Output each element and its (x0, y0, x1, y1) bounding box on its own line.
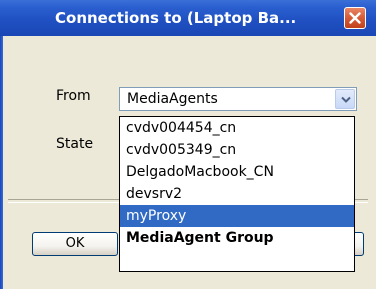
close-button[interactable] (344, 7, 366, 29)
dropdown-option-label: MediaAgent Group (126, 230, 274, 246)
title-bar: Connections to (Laptop Ba... (0, 0, 376, 36)
from-select-value: MediaAgents (127, 91, 218, 107)
dropdown-option[interactable]: DelgadoMacbook_CN (120, 161, 354, 183)
from-select-dropdown-button[interactable] (335, 89, 355, 109)
dropdown-option[interactable]: devsrv2 (120, 183, 354, 205)
from-select[interactable]: MediaAgents (119, 87, 357, 111)
window-frame-left (0, 36, 3, 289)
chevron-down-icon (341, 96, 351, 103)
from-label: From (56, 88, 91, 104)
from-dropdown-list: cvdv004454_cn cvdv005349_cn DelgadoMacbo… (119, 116, 355, 272)
close-icon (349, 12, 361, 24)
dropdown-option-label: DelgadoMacbook_CN (126, 164, 274, 180)
dropdown-option-group[interactable]: MediaAgent Group (120, 227, 354, 249)
dropdown-option-label: cvdv005349_cn (126, 142, 237, 158)
dropdown-option[interactable]: cvdv004454_cn (120, 117, 354, 139)
dropdown-option-label: devsrv2 (126, 186, 183, 202)
dropdown-option-label: myProxy (126, 208, 187, 224)
ok-button-label: OK (65, 236, 85, 251)
ok-button[interactable]: OK (32, 232, 118, 256)
dropdown-option[interactable]: cvdv005349_cn (120, 139, 354, 161)
state-label: State (56, 136, 94, 152)
dropdown-option-selected[interactable]: myProxy (120, 205, 354, 227)
window-title: Connections to (Laptop Ba... (55, 9, 297, 27)
dropdown-option-label: cvdv004454_cn (126, 120, 237, 136)
